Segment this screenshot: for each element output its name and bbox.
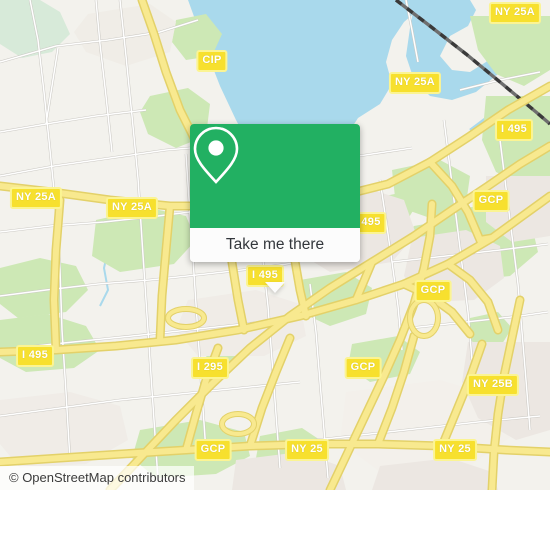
- road-shield-label: GCP: [194, 439, 232, 461]
- road-shield-label: NY 25A: [9, 187, 63, 209]
- popup-card-pointer: [265, 282, 285, 293]
- map-canvas[interactable]: NY 25A CIP NY 25A I 495 NY 25A NY 25A GCP 495 GC…: [0, 0, 550, 490]
- road-shield-label: NY 25B: [466, 374, 520, 396]
- take-me-there-button[interactable]: Take me there: [190, 228, 360, 262]
- road-shield-label: NY 25: [433, 439, 477, 461]
- map-attribution: © OpenStreetMap contributors: [0, 466, 194, 490]
- road-shield-label: NY 25: [285, 439, 329, 461]
- map-screenshot: NY 25A CIP NY 25A I 495 NY 25A NY 25A GCP 495 GC…: [0, 0, 550, 550]
- road-shield-label: GCP: [344, 357, 382, 379]
- road-shield-label: NY 25A: [388, 72, 442, 94]
- road-shield-label: I 495: [495, 119, 533, 141]
- road-shield-label: CIP: [196, 50, 228, 72]
- road-shield-label: NY 25A: [105, 197, 159, 219]
- popup-card-header: [190, 124, 360, 228]
- road-shield-label: 495: [355, 212, 387, 234]
- road-shield-label: I 495: [16, 345, 54, 367]
- road-shield-label: GCP: [472, 190, 510, 212]
- road-shield-label: I 295: [191, 357, 229, 379]
- road-shield-label: NY 25A: [488, 2, 542, 24]
- page-footer: Harding Springfield, Oakland Gardens, NY…: [0, 490, 550, 550]
- location-popup-card[interactable]: Take me there: [190, 124, 360, 293]
- road-shield-label: GCP: [414, 280, 452, 302]
